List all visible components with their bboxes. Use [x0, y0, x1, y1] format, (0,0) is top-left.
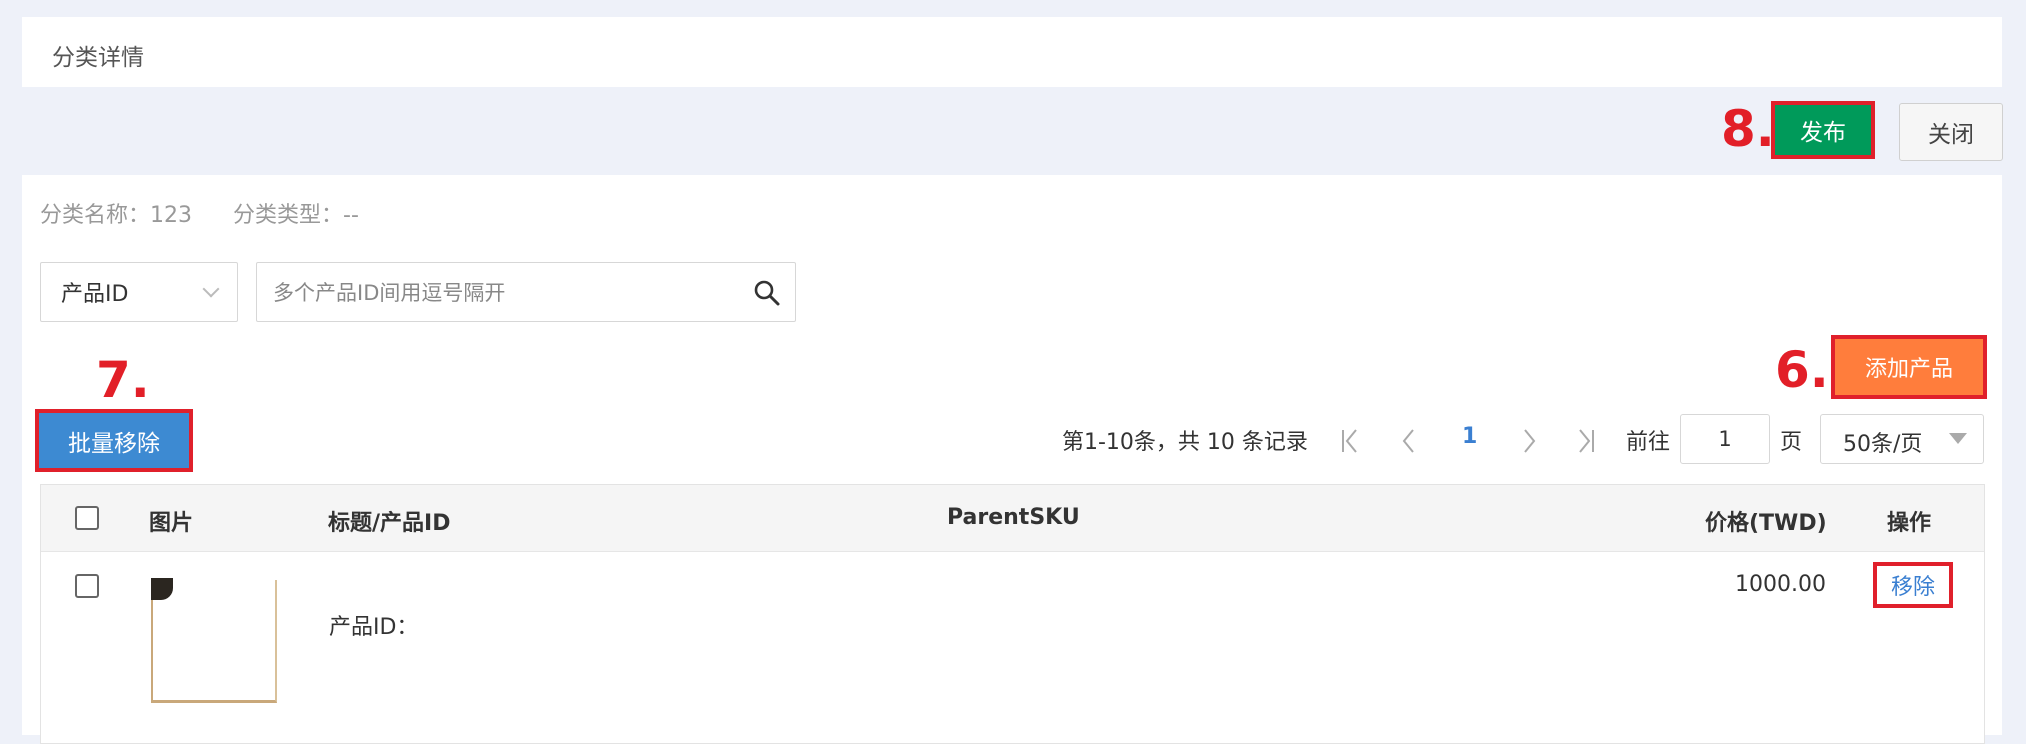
batch-remove-button[interactable]: 批量移除	[35, 409, 193, 472]
current-page-number[interactable]: 1	[1462, 424, 1477, 449]
column-header-image: 图片	[149, 511, 194, 536]
caret-down-icon	[1949, 433, 1967, 444]
close-button[interactable]: 关闭	[1899, 103, 2003, 161]
column-header-parent-sku: ParentSKU	[947, 505, 1080, 530]
page-size-select[interactable]: 50条/页	[1820, 414, 1984, 464]
search-input[interactable]	[271, 277, 735, 309]
goto-label: 前往	[1626, 430, 1671, 455]
search-icon[interactable]	[753, 279, 781, 307]
annotation-step-6: 6.	[1775, 341, 1829, 399]
first-page-icon[interactable]	[1336, 426, 1366, 456]
category-name: 分类名称：123	[40, 203, 192, 228]
page-unit-label: 页	[1780, 430, 1803, 455]
product-image[interactable]	[151, 578, 277, 703]
product-id-label: 产品ID：	[329, 615, 419, 640]
publish-button[interactable]: 发布	[1771, 101, 1875, 159]
pagination-summary: 第1-10条，共 10 条记录	[1062, 430, 1308, 455]
row-checkbox[interactable]	[75, 574, 99, 598]
search-field-select[interactable]: 产品ID	[40, 262, 238, 322]
column-header-action: 操作	[1887, 511, 1932, 536]
header-card	[22, 17, 2002, 87]
annotation-step-7: 7.	[96, 351, 150, 409]
page-title: 分类详情	[52, 45, 144, 71]
remove-link[interactable]: 移除	[1873, 562, 1953, 608]
category-type: 分类类型：--	[233, 203, 359, 228]
add-product-button[interactable]: 添加产品	[1831, 335, 1987, 399]
page-number-input[interactable]	[1680, 414, 1770, 464]
page-size-value: 50条/页	[1843, 432, 1923, 457]
column-header-title: 标题/产品ID	[328, 511, 451, 536]
column-header-price: 价格(TWD)	[1705, 511, 1827, 536]
prev-page-icon[interactable]	[1394, 426, 1424, 456]
product-table: 图片 标题/产品ID ParentSKU 价格(TWD) 操作 产品ID： 10…	[40, 484, 1985, 744]
table-header: 图片 标题/产品ID ParentSKU 价格(TWD) 操作	[41, 485, 1984, 552]
next-page-icon[interactable]	[1514, 426, 1544, 456]
category-info: 分类名称：123 分类类型：--	[40, 197, 393, 229]
search-field-select-value: 产品ID	[61, 282, 129, 307]
select-all-checkbox[interactable]	[75, 506, 99, 530]
product-price: 1000.00	[1735, 572, 1826, 597]
annotation-step-8: 8.	[1721, 100, 1775, 158]
last-page-icon[interactable]	[1570, 426, 1600, 456]
chevron-down-icon	[202, 280, 220, 298]
search-box	[256, 262, 796, 322]
